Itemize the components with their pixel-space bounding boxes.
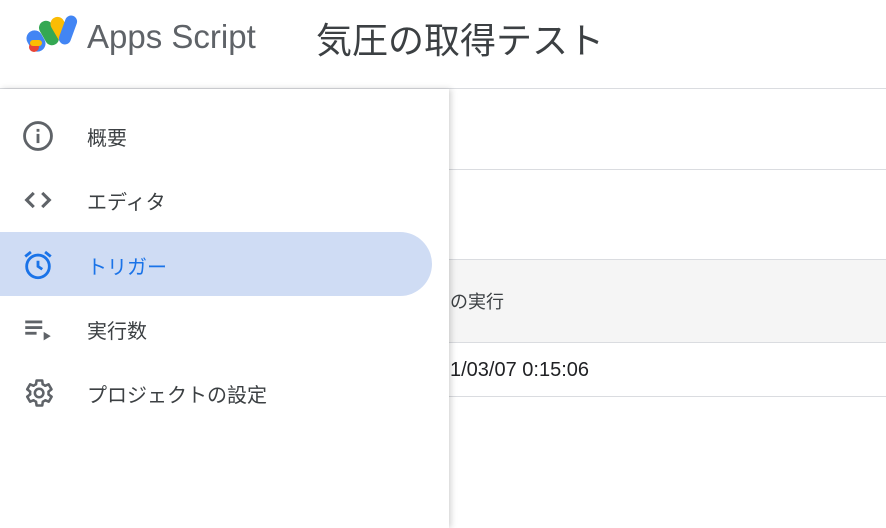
- table-cell-last-run: 1/03/07 0:15:06: [450, 359, 590, 381]
- nav-item-triggers[interactable]: トリガー: [0, 232, 432, 296]
- project-title[interactable]: 気圧の取得テスト: [316, 12, 604, 64]
- nav-label-triggers: トリガー: [87, 255, 167, 279]
- table-header-row: [449, 259, 886, 343]
- code-icon: [24, 191, 52, 209]
- nav-label-project-settings: プロジェクトの設定: [87, 383, 267, 407]
- alarm-clock-icon: [24, 250, 52, 280]
- gear-icon: [25, 379, 53, 407]
- apps-script-logo-icon[interactable]: [24, 14, 78, 56]
- apps-script-page: Apps Script 気圧の取得テスト の実行 1/03/07 0:15:06…: [0, 0, 886, 528]
- nav-item-overview[interactable]: 概要: [0, 103, 432, 167]
- product-name[interactable]: Apps Script: [87, 18, 256, 56]
- section-divider: [449, 169, 886, 170]
- nav-item-project-settings[interactable]: プロジェクトの設定: [0, 360, 432, 424]
- nav-label-overview: 概要: [87, 126, 127, 150]
- table-header-last-run[interactable]: の実行: [450, 288, 504, 314]
- nav-item-editor[interactable]: エディタ: [0, 167, 432, 231]
- nav-item-executions[interactable]: 実行数: [0, 296, 432, 360]
- nav-label-editor: エディタ: [87, 190, 166, 214]
- nav-label-executions: 実行数: [87, 319, 147, 343]
- info-icon: [23, 121, 53, 151]
- top-app-bar: Apps Script 気圧の取得テスト: [0, 0, 886, 89]
- navigation-drawer: 概要 エディタ トリガー 実行数 プロジェクトの設定: [0, 89, 449, 528]
- playlist-play-icon: [25, 320, 51, 341]
